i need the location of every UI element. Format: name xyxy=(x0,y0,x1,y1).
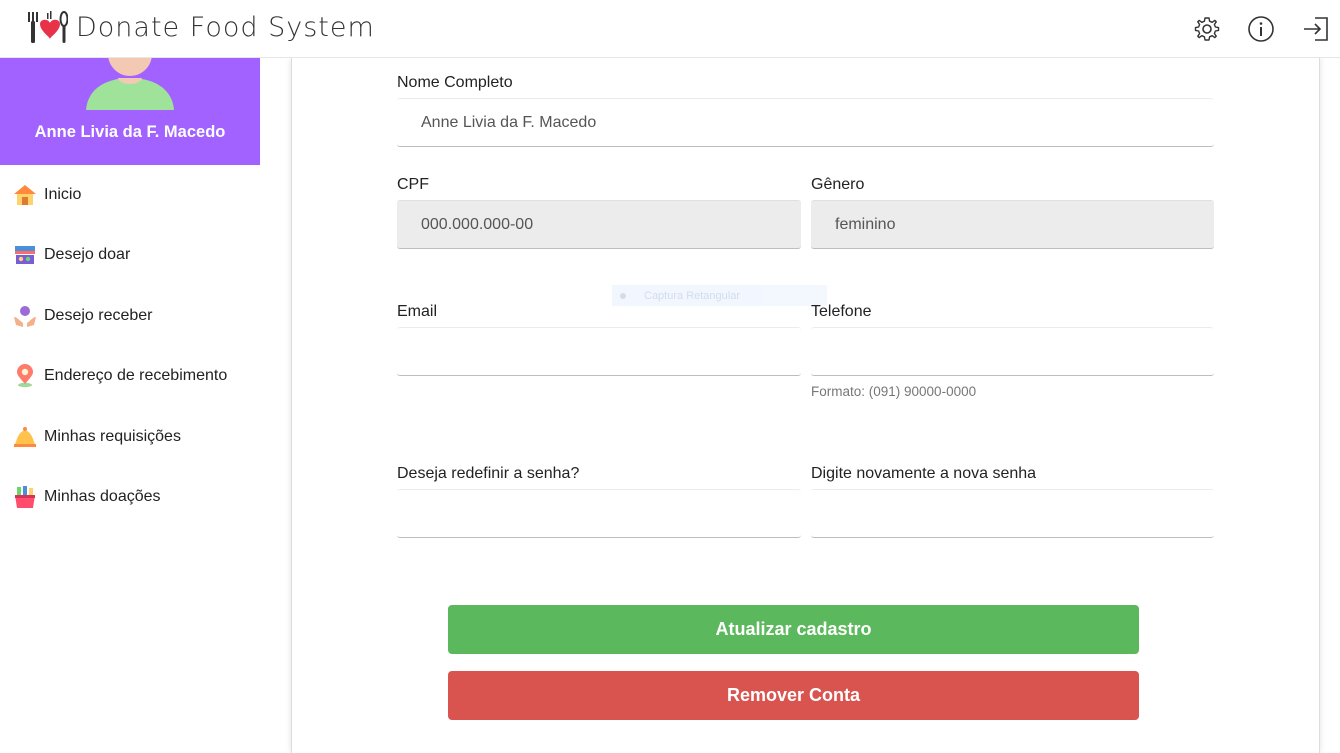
sidebar-item-label: Endereço de recebimento xyxy=(44,367,228,384)
sidebar-item-endereco[interactable]: Endereço de recebimento xyxy=(12,361,252,391)
phone-label: Telefone xyxy=(811,303,872,320)
map-pin-icon xyxy=(17,364,33,388)
app-title: Donate Food System xyxy=(76,12,375,43)
full-name-label: Nome Completo xyxy=(397,74,513,91)
sidebar-item-label: Desejo doar xyxy=(44,246,131,263)
update-profile-button[interactable]: Atualizar cadastro xyxy=(448,605,1139,654)
info-icon[interactable] xyxy=(1247,15,1275,43)
fork-knife-heart-logo xyxy=(28,11,68,43)
sidebar-item-inicio[interactable]: Inicio xyxy=(12,180,252,210)
cpf-label: CPF xyxy=(397,176,429,193)
email-field[interactable] xyxy=(397,327,801,376)
sidebar: Anne Livia da F. Macedo Inicio Desejo do… xyxy=(0,58,260,753)
gender-field[interactable]: feminino xyxy=(811,200,1214,249)
sidebar-item-desejo-receber[interactable]: Desejo receber xyxy=(12,301,252,331)
email-label: Email xyxy=(397,303,438,320)
top-bar: Donate Food System xyxy=(0,0,1340,58)
sidebar-item-label: Desejo receber xyxy=(44,307,153,324)
screen-capture-overlay: Captura Retangular xyxy=(612,285,827,306)
new-password-label: Deseja redefinir a senha? xyxy=(397,465,580,482)
sidebar-item-requisicoes[interactable]: Minhas requisições xyxy=(12,422,252,452)
full-name-field[interactable]: Anne Livia da F. Macedo xyxy=(397,98,1214,147)
sidebar-item-label: Inicio xyxy=(44,186,82,203)
profile-name: Anne Livia da F. Macedo xyxy=(34,123,226,141)
sidebar-item-label: Minhas requisições xyxy=(44,428,181,445)
hands-receive-icon xyxy=(14,306,36,327)
confirm-password-label: Digite novamente a nova senha xyxy=(811,465,1037,482)
house-icon xyxy=(14,185,36,205)
sidebar-item-label: Minhas doações xyxy=(44,488,161,505)
cpf-field[interactable]: 000.000.000-00 xyxy=(397,200,801,249)
confirm-password-field[interactable] xyxy=(811,489,1214,538)
capture-icon xyxy=(620,292,626,299)
phone-field[interactable] xyxy=(811,327,1214,376)
market-stall-icon xyxy=(15,246,35,264)
new-password-field[interactable] xyxy=(397,489,801,538)
bell-icon xyxy=(14,427,36,447)
logout-icon[interactable] xyxy=(1302,15,1330,43)
gender-label: Gênero xyxy=(811,176,865,193)
profile-card: Anne Livia da F. Macedo xyxy=(0,58,260,165)
capture-label: Captura Retangular xyxy=(644,289,741,302)
avatar xyxy=(86,58,174,110)
remove-account-button[interactable]: Remover Conta xyxy=(448,671,1139,720)
gift-basket-icon xyxy=(15,486,35,508)
gear-icon[interactable] xyxy=(1193,15,1221,43)
sidebar-item-desejo-doar[interactable]: Desejo doar xyxy=(12,240,252,270)
sidebar-item-doacoes[interactable]: Minhas doações xyxy=(12,482,252,512)
phone-format-hint: Formato: (091) 90000-0000 xyxy=(811,384,977,399)
